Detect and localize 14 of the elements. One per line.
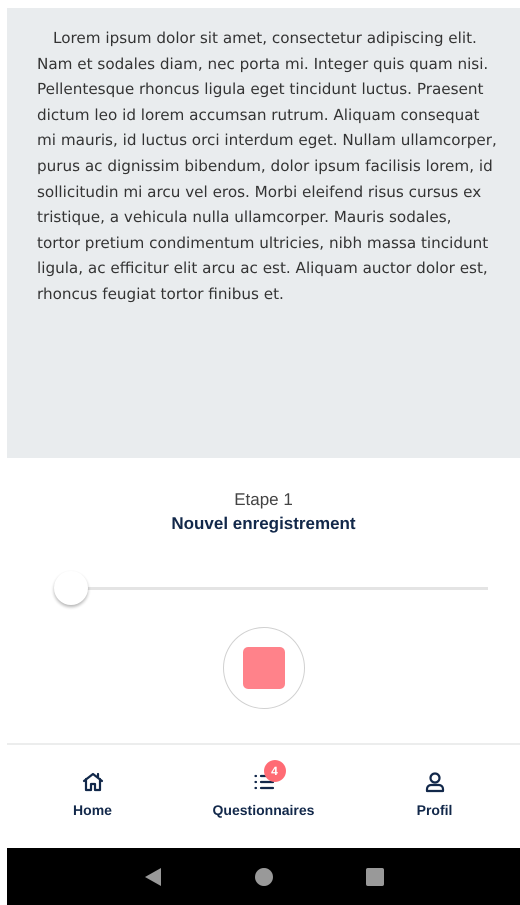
tab-label: Questionnaires: [212, 802, 314, 818]
nav-tab[interactable]: Profil: [349, 758, 520, 818]
back-icon[interactable]: [142, 866, 162, 886]
recording-title: Nouvel enregistrement: [171, 514, 356, 534]
tab-label: Profil: [416, 802, 452, 818]
nav-tab[interactable]: Home: [7, 758, 178, 818]
lorem-paragraph: Lorem ipsum dolor sit amet, consectetur adipiscing elit. Nam et sodales diam, nec porta mi. Integer quis quam nisi. Pellentesque rhoncus ligula eget tincidunt luctus. Praesent dictum leo id lorem accumsan rutrum. Aliquam consequat mi mauris, id luctus orci interdum eget. Nullam ullamcorper, purus ac dignissim bibendum, dolor ipsum facilisis lorem, id sollicitudin mi arcu vel eros. Morbi eleifend risus cursus ex tristique, a vehicula nulla ullamcorper. Mauris sodales, tortor pretium condimentum ultricies, nibh massa tincidunt ligula, ac efficitur elit arcu ac est. Aliquam auctor dolor est, rhoncus feugiat tortor finibus et.: [37, 28, 498, 305]
slider-thumb[interactable]: [54, 571, 88, 605]
count-badge: 4: [264, 760, 286, 782]
recents-icon[interactable]: [364, 866, 384, 886]
tab-label: Home: [73, 802, 112, 818]
step-label: Etape 1: [234, 490, 293, 510]
nav-tab[interactable]: 4 Questionnaires: [178, 758, 349, 818]
home-button-icon[interactable]: [254, 866, 274, 886]
